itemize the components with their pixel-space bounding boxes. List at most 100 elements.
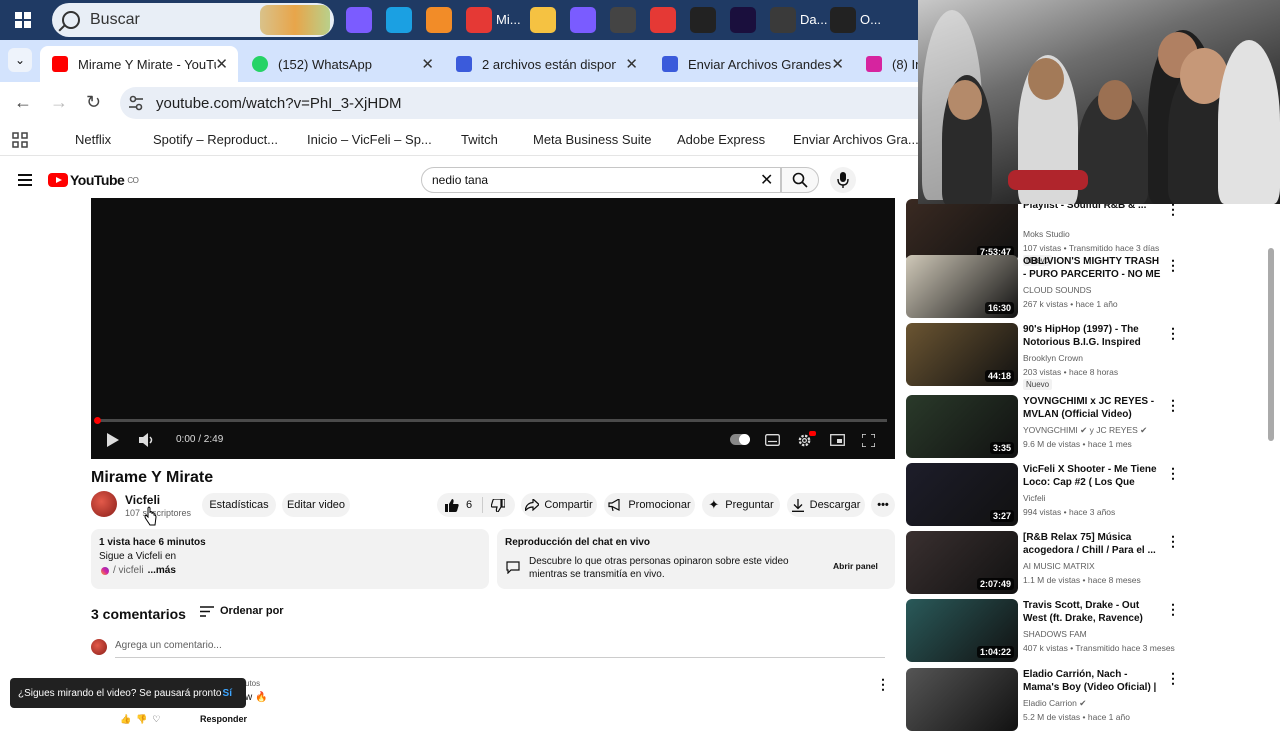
bookmark-netflix[interactable]: Netflix (58, 131, 111, 147)
bookmark-meta[interactable]: Meta Business Suite (510, 131, 652, 147)
recommended-video[interactable]: 2:07:49 [R&B Relax 75] Música acogedora /… (906, 531, 1180, 595)
more-vertical-icon[interactable]: ⋮ (1166, 325, 1180, 342)
edit-video-button[interactable]: Editar video (282, 493, 350, 517)
video-thumbnail[interactable]: 1:04:22 (906, 599, 1018, 662)
voice-search-button[interactable] (830, 167, 856, 193)
close-tab-icon[interactable]: ✕ (421, 55, 434, 73)
epic-games-icon[interactable] (690, 7, 716, 33)
play-icon[interactable] (106, 433, 120, 447)
reload-icon[interactable]: ↻ (86, 92, 101, 113)
forward-arrow-icon[interactable]: → (50, 92, 68, 113)
tab-instagram[interactable]: (8) Ins (854, 46, 918, 82)
recommended-video[interactable]: 3:35 YOVNGCHIMI x JC REYES - MVLAN (Offic… (906, 395, 1180, 459)
recommended-video[interactable]: 1:04:22 Travis Scott, Drake - Out West (f… (906, 599, 1180, 663)
bookmark-spotify[interactable]: Spotify – Reproduct... (130, 131, 278, 147)
game-controller-icon[interactable] (570, 7, 596, 33)
recommended-video[interactable]: Eladio Carrión, Nach - Mama's Boy (Video… (906, 668, 1180, 732)
share-button[interactable]: Compartir (521, 493, 597, 517)
video-thumbnail[interactable]: 3:27 (906, 463, 1018, 526)
ask-button[interactable]: ✦ Preguntar (702, 493, 780, 517)
close-tab-icon[interactable]: ✕ (625, 55, 638, 73)
more-vertical-icon[interactable]: ⋮ (1166, 601, 1180, 618)
recommended-channel[interactable]: Moks Studio (1023, 229, 1070, 239)
recommended-title[interactable]: [R&B Relax 75] Música acogedora / Chill … (1023, 531, 1163, 557)
recommended-channel[interactable]: Brooklyn Crown (1023, 353, 1083, 363)
copilot-icon[interactable] (346, 7, 372, 33)
chrome-icon[interactable] (466, 7, 492, 33)
apps-grid-icon[interactable] (12, 132, 28, 148)
description-link[interactable]: / vicfeli (113, 564, 144, 578)
close-tab-icon[interactable]: ✕ (831, 55, 844, 73)
open-panel-button[interactable]: Abrir panel (833, 561, 878, 571)
video-thumbnail[interactable]: 3:35 (906, 395, 1018, 458)
recommended-title[interactable]: OBLIVION'S MIGHTY TRASH - PURO PARCERITO… (1023, 255, 1163, 281)
bookmark-send-files[interactable]: Enviar Archivos Gra... (770, 131, 919, 147)
tab-send-files[interactable]: Enviar Archivos Grandes ✕ (650, 46, 854, 82)
back-arrow-icon[interactable]: ← (14, 92, 32, 113)
tab-search-button[interactable]: ⌄ (8, 48, 32, 72)
promote-button[interactable]: Promocionar (604, 493, 695, 517)
menu-icon[interactable] (18, 174, 32, 186)
ea-icon[interactable] (650, 7, 676, 33)
more-actions-button[interactable]: ••• (871, 493, 895, 517)
recommended-channel[interactable]: CLOUD SOUNDS (1023, 285, 1091, 295)
miniplayer-icon[interactable] (830, 434, 845, 446)
video-thumbnail[interactable]: 44:18 (906, 323, 1018, 386)
add-comment-input[interactable]: Agrega un comentario... (115, 640, 885, 658)
recommended-title[interactable]: YOVNGCHIMI x JC REYES - MVLAN (Official … (1023, 395, 1163, 421)
recommended-video[interactable]: 7:53:47 Playlist - Soulful R&B & ... Moks … (906, 199, 1180, 266)
youtube-search-button[interactable] (781, 167, 819, 193)
sort-button[interactable]: Ordenar por (200, 605, 284, 617)
start-button[interactable] (0, 0, 46, 40)
progress-scrubber[interactable] (94, 417, 101, 424)
channel-name[interactable]: Vicfeli (125, 493, 160, 507)
recommended-video[interactable]: 44:18 90's HipHop (1997) - The Notorious … (906, 323, 1180, 390)
recommended-channel[interactable]: YOVNGCHIMI ✔ y JC REYES ✔ (1023, 425, 1147, 436)
video-thumbnail[interactable]: 7:53:47 (906, 199, 1018, 262)
bookmark-twitch[interactable]: Twitch (438, 131, 498, 147)
recommended-title[interactable]: Eladio Carrión, Nach - Mama's Boy (Video… (1023, 668, 1163, 694)
obs-icon[interactable] (830, 7, 856, 33)
bookmark-adobe-express[interactable]: Adobe Express (654, 131, 765, 147)
video-thumbnail[interactable] (906, 668, 1018, 731)
progress-bar[interactable] (97, 419, 887, 422)
clear-search-icon[interactable]: ✕ (760, 170, 773, 190)
comment-more-icon[interactable]: ⋮ (876, 676, 890, 693)
video-thumbnail[interactable]: 2:07:49 (906, 531, 1018, 594)
subtitles-icon[interactable] (765, 434, 780, 446)
more-vertical-icon[interactable]: ⋮ (1166, 465, 1180, 482)
site-settings-icon[interactable] (128, 95, 144, 111)
more-vertical-icon[interactable]: ⋮ (1166, 533, 1180, 550)
tab-whatsapp[interactable]: (152) WhatsApp ✕ (240, 46, 444, 82)
file-explorer-icon[interactable] (530, 7, 556, 33)
recommended-title[interactable]: 90's HipHop (1997) - The Notorious B.I.G… (1023, 323, 1163, 349)
reply-button[interactable]: Responder (200, 714, 247, 724)
fullscreen-icon[interactable] (862, 434, 875, 447)
tab-youtube[interactable]: Mirame Y Mirate - YouTube ✕ (40, 46, 238, 82)
youtube-logo[interactable]: YouTube CO (48, 172, 139, 188)
recommended-channel[interactable]: SHADOWS FAM (1023, 629, 1087, 639)
tab-files-available[interactable]: 2 archivos están disponibles ✕ (444, 46, 648, 82)
youtube-search-input[interactable]: nedio tana (421, 167, 781, 193)
toast-confirm-button[interactable]: Sí (223, 688, 232, 699)
like-button[interactable]: 6 (445, 498, 472, 512)
description-more[interactable]: ...más (148, 564, 176, 578)
thumbs-down-icon[interactable] (491, 498, 506, 512)
address-bar[interactable]: youtube.com/watch?v=PhI_3-XjHDM (120, 87, 918, 119)
recommended-video[interactable]: 16:30 OBLIVION'S MIGHTY TRASH - PURO PARC… (906, 255, 1180, 319)
premiere-icon[interactable] (730, 7, 756, 33)
davinci-icon[interactable] (770, 7, 796, 33)
edge-icon[interactable] (386, 7, 412, 33)
volume-icon[interactable] (139, 433, 155, 447)
more-vertical-icon[interactable]: ⋮ (1166, 397, 1180, 414)
rgb-icon[interactable] (610, 7, 636, 33)
recommended-channel[interactable]: Vicfeli (1023, 493, 1046, 503)
channel-avatar[interactable] (91, 491, 117, 517)
recommended-title[interactable]: VicFeli X Shooter - Me Tiene Loco: Cap #… (1023, 463, 1163, 489)
more-vertical-icon[interactable]: ⋮ (1166, 670, 1180, 687)
close-tab-icon[interactable]: ✕ (215, 55, 228, 73)
download-button[interactable]: Descargar (787, 493, 865, 517)
video-thumbnail[interactable]: 16:30 (906, 255, 1018, 318)
recommended-video[interactable]: 3:27 VicFeli X Shooter - Me Tiene Loco: C… (906, 463, 1180, 527)
recommended-channel[interactable]: Eladio Carrion ✔ (1023, 698, 1086, 709)
